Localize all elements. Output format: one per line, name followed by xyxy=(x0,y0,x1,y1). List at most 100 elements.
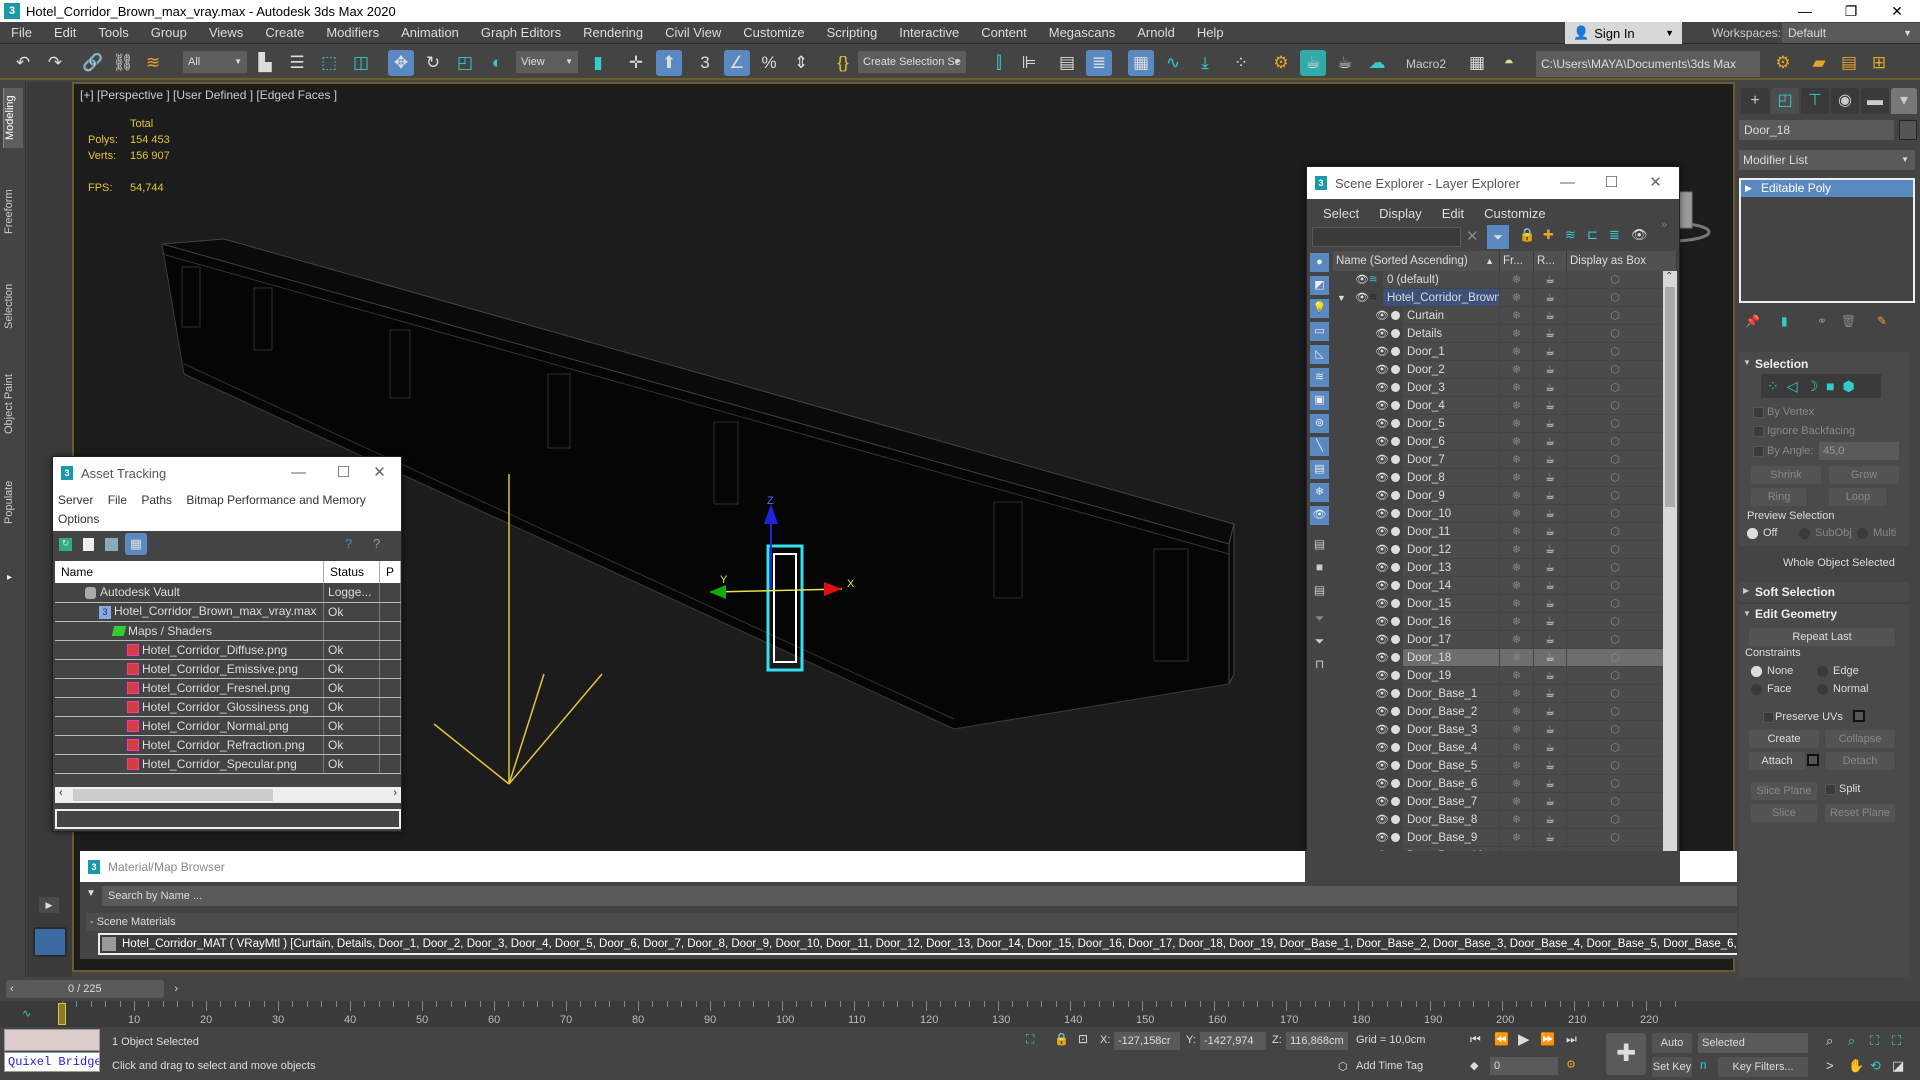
renderable-icon[interactable]: ☕ xyxy=(1533,523,1566,541)
key-filters-button[interactable]: Key Filters... xyxy=(1718,1057,1808,1077)
display-cameras-icon[interactable]: ▭ xyxy=(1310,322,1329,341)
help-icon[interactable]: ? xyxy=(345,536,352,551)
constraint-normal-radio[interactable] xyxy=(1817,684,1828,695)
orbit-icon[interactable]: ⟲ xyxy=(1870,1058,1881,1074)
renderable-icon[interactable]: ☕ xyxy=(1533,667,1566,685)
display-helpers-icon[interactable]: ◺ xyxy=(1310,345,1329,364)
display-as-box-icon[interactable]: ⬡ xyxy=(1566,793,1663,811)
renderable-icon[interactable]: ☕ xyxy=(1533,649,1566,667)
constraint-none-radio[interactable] xyxy=(1751,666,1762,677)
menu-file[interactable]: File xyxy=(108,493,127,507)
reference-coord-select[interactable]: View ▼ xyxy=(516,51,578,73)
tab-freeform[interactable]: Freeform xyxy=(3,182,23,242)
frozen-icon[interactable]: ❄ xyxy=(1499,325,1533,343)
frozen-icon[interactable]: ❄ xyxy=(1499,631,1533,649)
display-invert-icon[interactable]: ▤ xyxy=(1310,581,1329,600)
visibility-icon[interactable]: 👁 xyxy=(1375,685,1389,703)
display-spacewarps-icon[interactable]: ≋ xyxy=(1310,368,1329,387)
viewport-layout-icon[interactable]: ▦ xyxy=(1464,50,1490,76)
renderable-icon[interactable]: ☕ xyxy=(1533,595,1566,613)
named-selection-select[interactable]: Create Selection Se ▼ xyxy=(858,51,966,73)
renderable-icon[interactable]: ☕ xyxy=(1533,325,1566,343)
asset-row[interactable]: Hotel_Corridor_Glossiness.png Ok xyxy=(55,697,402,717)
frozen-icon[interactable]: ❄ xyxy=(1499,613,1533,631)
expand-layouts-icon[interactable]: ▶ xyxy=(39,897,59,913)
prev-frame-icon[interactable]: ‹ xyxy=(10,980,14,998)
render-production-icon[interactable]: ☕ xyxy=(1332,50,1358,76)
workspace-select[interactable]: Default ▼ xyxy=(1782,23,1920,43)
window-crossing-icon[interactable]: ◫ xyxy=(348,50,374,76)
object-row[interactable]: 👁 Door_15 ❄ ☕ ⬡ xyxy=(1333,595,1663,613)
time-cursor[interactable] xyxy=(58,1003,66,1025)
tab-selection[interactable]: Selection xyxy=(3,276,23,336)
column-status[interactable]: Status xyxy=(323,561,380,583)
visibility-icon[interactable]: 👁 xyxy=(1375,775,1389,793)
visibility-icon[interactable]: 👁 xyxy=(1375,649,1389,667)
menu-options[interactable]: Options xyxy=(58,512,99,526)
visibility-icon[interactable]: 👁 xyxy=(1375,361,1389,379)
y-coordinate-field[interactable]: -1427,974 xyxy=(1200,1032,1266,1050)
renderable-icon[interactable]: ☕ xyxy=(1533,577,1566,595)
toggle-layer-explorer-icon[interactable]: ≣ xyxy=(1086,50,1112,76)
constraint-edge-radio[interactable] xyxy=(1817,666,1828,677)
search-options-icon[interactable]: ▼ xyxy=(86,888,96,899)
visibility-icon[interactable]: 👁 xyxy=(1355,289,1369,307)
modify-tab-icon[interactable]: ◰ xyxy=(1771,88,1799,114)
visibility-icon[interactable]: 👁 xyxy=(1375,829,1389,847)
clear-search-icon[interactable]: ✕ xyxy=(1466,227,1479,245)
object-row[interactable]: 👁 Door_18 ❄ ☕ ⬡ xyxy=(1333,649,1663,667)
percent-snap-icon[interactable]: % xyxy=(756,50,782,76)
visibility-icon[interactable]: 👁 xyxy=(1375,757,1389,775)
render-setup-icon[interactable]: ⚙ xyxy=(1268,50,1294,76)
current-frame-field[interactable]: 0 xyxy=(1490,1057,1558,1075)
display-as-box-icon[interactable]: ⬡ xyxy=(1566,775,1663,793)
renderable-icon[interactable]: ☕ xyxy=(1533,559,1566,577)
asset-row[interactable]: Hotel_Corridor_Fresnel.png Ok xyxy=(55,678,402,698)
x-coordinate-field[interactable]: -127,158cr xyxy=(1114,1032,1180,1050)
more-icon[interactable]: » xyxy=(1661,219,1667,231)
renderable-icon[interactable]: ☕ xyxy=(1533,613,1566,631)
visibility-icon[interactable]: 👁 xyxy=(1375,667,1389,685)
menu-graph-editors[interactable]: Graph Editors xyxy=(470,25,572,40)
display-as-box-icon[interactable]: ⬡ xyxy=(1566,595,1663,613)
menu-rendering[interactable]: Rendering xyxy=(572,25,654,40)
polygon-icon[interactable]: ■ xyxy=(1826,378,1842,394)
undo-icon[interactable]: ↶ xyxy=(10,50,36,76)
select-manipulate-icon[interactable]: ✛ xyxy=(623,50,649,76)
unlink-icon[interactable]: ⛓ xyxy=(110,50,136,76)
display-as-box-icon[interactable]: ⬡ xyxy=(1566,433,1663,451)
menu-content[interactable]: Content xyxy=(970,25,1038,40)
z-coordinate-field[interactable]: 116,868cm xyxy=(1286,1032,1348,1050)
use-pivot-icon[interactable]: ▮ xyxy=(585,50,611,76)
select-rotate-icon[interactable]: ↻ xyxy=(420,50,446,76)
object-row[interactable]: 👁 Door_Base_3 ❄ ☕ ⬡ xyxy=(1333,721,1663,739)
renderable-icon[interactable]: ☕ xyxy=(1533,343,1566,361)
frozen-icon[interactable]: ❄ xyxy=(1499,361,1533,379)
project-tree-icon[interactable]: ⊞ xyxy=(1866,50,1892,76)
go-to-end-icon[interactable]: ⏭ xyxy=(1566,1032,1577,1047)
project-structure-icon[interactable]: ▤ xyxy=(1836,50,1862,76)
redo-icon[interactable]: ↷ xyxy=(42,50,68,76)
time-slider[interactable]: ‹ 0 / 225 › xyxy=(6,980,178,998)
object-row[interactable]: 👁 Door_19 ❄ ☕ ⬡ xyxy=(1333,667,1663,685)
visibility-icon[interactable]: 👁 xyxy=(1375,811,1389,829)
display-lights-icon[interactable]: 💡 xyxy=(1310,299,1329,318)
select-in-layer-icon[interactable]: ⊏ xyxy=(1587,227,1598,243)
preserve-uvs-settings-icon[interactable] xyxy=(1853,710,1865,722)
menu-select[interactable]: Select xyxy=(1323,206,1359,221)
visibility-icon[interactable]: 👁 xyxy=(1375,721,1389,739)
display-containers-icon[interactable]: ▤ xyxy=(1310,460,1329,479)
next-frame-icon[interactable]: › xyxy=(174,980,178,998)
asset-row[interactable]: Autodesk Vault Logge... xyxy=(55,583,402,603)
vertex-icon[interactable]: ⁘ xyxy=(1767,378,1787,394)
ribbon-expand-icon[interactable]: ▸ xyxy=(7,572,12,583)
object-row[interactable]: 👁 Door_Base_8 ❄ ☕ ⬡ xyxy=(1333,811,1663,829)
menu-paths[interactable]: Paths xyxy=(141,493,172,507)
asset-path-field[interactable] xyxy=(55,809,401,829)
frozen-icon[interactable]: ❄ xyxy=(1499,739,1533,757)
slice-plane-button[interactable]: Slice Plane xyxy=(1751,782,1817,800)
pan-icon[interactable]: ✋ xyxy=(1848,1058,1864,1074)
visibility-icon[interactable]: 👁 xyxy=(1375,325,1389,343)
object-row[interactable]: 👁 Door_4 ❄ ☕ ⬡ xyxy=(1333,397,1663,415)
display-as-box-icon[interactable]: ⬡ xyxy=(1566,811,1663,829)
